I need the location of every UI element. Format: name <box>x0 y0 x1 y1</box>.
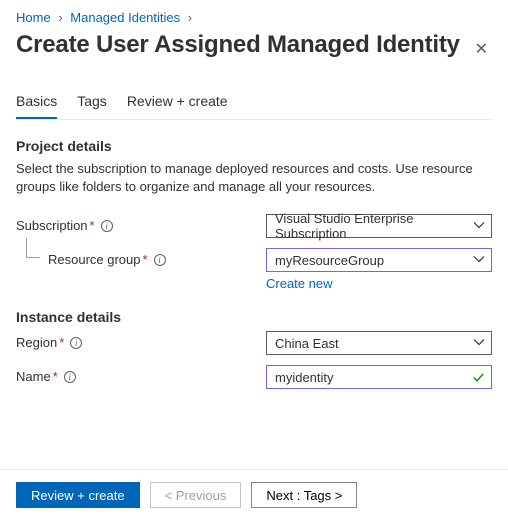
close-icon[interactable]: ✕ <box>471 35 492 63</box>
section-instance-details: Instance details <box>16 309 492 325</box>
create-new-link[interactable]: Create new <box>266 276 332 291</box>
checkmark-icon <box>472 371 485 384</box>
tab-tags[interactable]: Tags <box>77 93 107 119</box>
name-label: Name <box>16 369 51 384</box>
tree-connector <box>26 238 40 258</box>
chevron-down-icon <box>473 253 485 265</box>
previous-button[interactable]: < Previous <box>150 482 242 508</box>
tab-basics[interactable]: Basics <box>16 93 57 119</box>
region-select[interactable]: China East <box>266 331 492 355</box>
resource-group-label: Resource group <box>48 252 141 267</box>
breadcrumb-managed-identities[interactable]: Managed Identities <box>70 10 180 25</box>
required-asterisk: * <box>143 252 148 267</box>
footer: Review + create < Previous Next : Tags > <box>0 469 508 520</box>
breadcrumb-home[interactable]: Home <box>16 10 51 25</box>
resource-group-select[interactable]: myResourceGroup <box>266 248 492 272</box>
required-asterisk: * <box>53 369 58 384</box>
info-icon[interactable]: i <box>154 254 166 266</box>
section-project-details: Project details <box>16 138 492 154</box>
resource-group-value: myResourceGroup <box>275 253 384 268</box>
region-label: Region <box>16 335 57 350</box>
subscription-select[interactable]: Visual Studio Enterprise Subscription <box>266 214 492 238</box>
chevron-right-icon: › <box>188 10 192 25</box>
chevron-down-icon <box>473 336 485 348</box>
chevron-down-icon <box>473 219 485 231</box>
tabs: Basics Tags Review + create <box>16 93 492 120</box>
tab-review-create[interactable]: Review + create <box>127 93 228 119</box>
region-value: China East <box>275 336 339 351</box>
next-button[interactable]: Next : Tags > <box>251 482 357 508</box>
name-input[interactable]: myidentity <box>266 365 492 389</box>
info-icon[interactable]: i <box>64 371 76 383</box>
project-description: Select the subscription to manage deploy… <box>16 160 492 196</box>
info-icon[interactable]: i <box>101 220 113 232</box>
page-title: Create User Assigned Managed Identity <box>16 31 460 59</box>
info-icon[interactable]: i <box>70 337 82 349</box>
chevron-right-icon: › <box>58 10 62 25</box>
required-asterisk: * <box>59 335 64 350</box>
breadcrumb: Home › Managed Identities › <box>16 10 492 25</box>
subscription-value: Visual Studio Enterprise Subscription <box>275 211 467 241</box>
review-create-button[interactable]: Review + create <box>16 482 140 508</box>
name-value: myidentity <box>275 370 334 385</box>
required-asterisk: * <box>90 218 95 233</box>
subscription-label: Subscription <box>16 218 88 233</box>
